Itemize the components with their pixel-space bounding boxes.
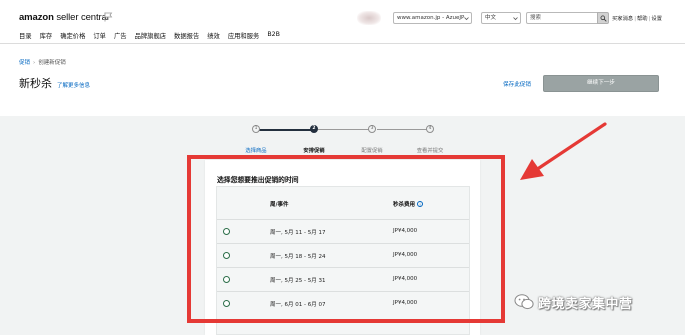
separator: | bbox=[634, 16, 636, 22]
marketplace-select[interactable]: www.amazon.jp - AzueJP bbox=[393, 12, 472, 24]
breadcrumb: 促销 › 创建新促销 bbox=[19, 58, 66, 66]
help-link[interactable]: 帮助 bbox=[637, 14, 648, 22]
stepper-line-done bbox=[259, 128, 314, 131]
flag-icon[interactable] bbox=[104, 12, 113, 22]
watermark: 跨境卖家集中营 bbox=[514, 291, 685, 315]
nav-pricing[interactable]: 确定价格 bbox=[60, 31, 85, 41]
header-links: 买家消息|帮助|设置 bbox=[612, 14, 662, 22]
watermark-text: 跨境卖家集中营 bbox=[538, 297, 633, 312]
nav-performance[interactable]: 绩效 bbox=[207, 31, 220, 41]
breadcrumb-promotions-link[interactable]: 促销 bbox=[19, 60, 30, 66]
breadcrumb-current: 创建新促销 bbox=[38, 60, 66, 66]
nav-inventory[interactable]: 库存 bbox=[40, 31, 53, 41]
search-input[interactable]: 搜索 bbox=[526, 12, 598, 24]
progress-stepper: 1 2 3 4 选择商品 安排促销 配置促销 查看并提交 bbox=[240, 123, 450, 154]
stepper-line bbox=[377, 129, 430, 130]
seller-central-logo[interactable]: amazon seller central bbox=[19, 12, 109, 23]
continue-button[interactable]: 继续下一步 bbox=[543, 75, 659, 92]
wechat-icon bbox=[514, 294, 534, 310]
nav-b2b[interactable]: B2B bbox=[267, 31, 280, 41]
annotation-arrow-icon bbox=[520, 122, 607, 180]
nav-stores[interactable]: 品牌旗舰店 bbox=[135, 31, 166, 41]
nav-reports[interactable]: 数据报告 bbox=[174, 31, 199, 41]
chevron-down-icon bbox=[464, 17, 469, 21]
buyer-messages-link[interactable]: 买家消息 bbox=[612, 14, 633, 22]
top-bar: amazon seller central www.amazon.jp - Az… bbox=[0, 0, 685, 44]
step-1-indicator: 1 bbox=[252, 125, 260, 133]
step-1-label[interactable]: 选择商品 bbox=[245, 146, 266, 154]
nav-catalog[interactable]: 目录 bbox=[19, 31, 32, 41]
step-4-indicator: 4 bbox=[426, 125, 434, 133]
breadcrumb-separator: › bbox=[33, 60, 36, 66]
chevron-down-icon bbox=[513, 17, 518, 21]
language-select[interactable]: 中文 bbox=[481, 12, 521, 24]
learn-more-link[interactable]: 了解更多信息 bbox=[57, 81, 90, 89]
step-3-label: 配置促销 bbox=[361, 148, 383, 154]
logo-brand: amazon bbox=[19, 12, 54, 23]
step-2-indicator: 2 bbox=[310, 125, 318, 133]
search-icon bbox=[600, 15, 607, 22]
stepper-line bbox=[318, 129, 373, 130]
nav-apps-services[interactable]: 应用和服务 bbox=[228, 31, 259, 41]
step-2-label: 安排促销 bbox=[303, 148, 325, 154]
blurred-account-name bbox=[357, 11, 381, 25]
page-title: 新秒杀 bbox=[19, 77, 52, 90]
nav-orders[interactable]: 订单 bbox=[93, 31, 106, 41]
marketplace-select-value: www.amazon.jp - AzueJP bbox=[397, 15, 465, 21]
nav-advertising[interactable]: 广告 bbox=[114, 31, 127, 41]
separator: | bbox=[648, 16, 651, 22]
save-promotion-link[interactable]: 保存此促销 bbox=[503, 80, 531, 88]
language-select-value: 中文 bbox=[485, 15, 497, 21]
step-3-indicator: 3 bbox=[368, 125, 376, 133]
settings-link[interactable]: 设置 bbox=[651, 14, 662, 22]
step-4-label: 查看并提交 bbox=[416, 148, 444, 154]
highlight-box bbox=[187, 155, 505, 323]
main-nav: 目录 库存 确定价格 订单 广告 品牌旗舰店 数据报告 绩效 应用和服务 B2B bbox=[19, 31, 288, 41]
search-button[interactable] bbox=[597, 12, 609, 24]
logo-subtitle: seller central bbox=[53, 12, 109, 23]
